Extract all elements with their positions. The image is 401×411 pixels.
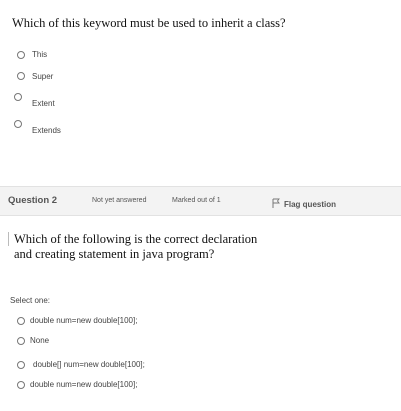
option-label-d: double num=new double[100]; (30, 380, 138, 389)
radio-option-this[interactable] (17, 51, 25, 59)
radio-option-extends[interactable] (14, 120, 22, 128)
radio-option-d[interactable] (17, 381, 25, 389)
question-marks: Marked out of 1 (172, 197, 221, 204)
option-label-extent: Extent (32, 99, 55, 108)
radio-option-extent[interactable] (14, 93, 22, 101)
option-label-a: double num=new double[100]; (30, 316, 138, 325)
radio-option-a[interactable] (17, 317, 25, 325)
question-status: Not yet answered (92, 197, 147, 204)
flag-question-button[interactable]: Flag question (272, 195, 336, 213)
question-1-text: Which of this keyword must be used to in… (12, 16, 286, 30)
option-label-c: double[] num=new double[100]; (33, 360, 145, 369)
flag-question-label: Flag question (284, 199, 336, 209)
select-one-prompt: Select one: (10, 296, 51, 305)
option-label-super: Super (32, 72, 54, 81)
radio-option-super[interactable] (17, 72, 25, 80)
question-number: Question 2 (8, 195, 58, 206)
option-label-extends: Extends (32, 126, 61, 135)
radio-option-none[interactable] (17, 337, 25, 345)
option-label-this: This (32, 50, 48, 59)
question-2-text: Which of the following is the correct de… (14, 232, 258, 261)
question-text-marker (8, 232, 9, 246)
radio-option-c[interactable] (17, 361, 25, 369)
flag-icon (272, 195, 280, 213)
option-label-none: None (30, 336, 50, 345)
